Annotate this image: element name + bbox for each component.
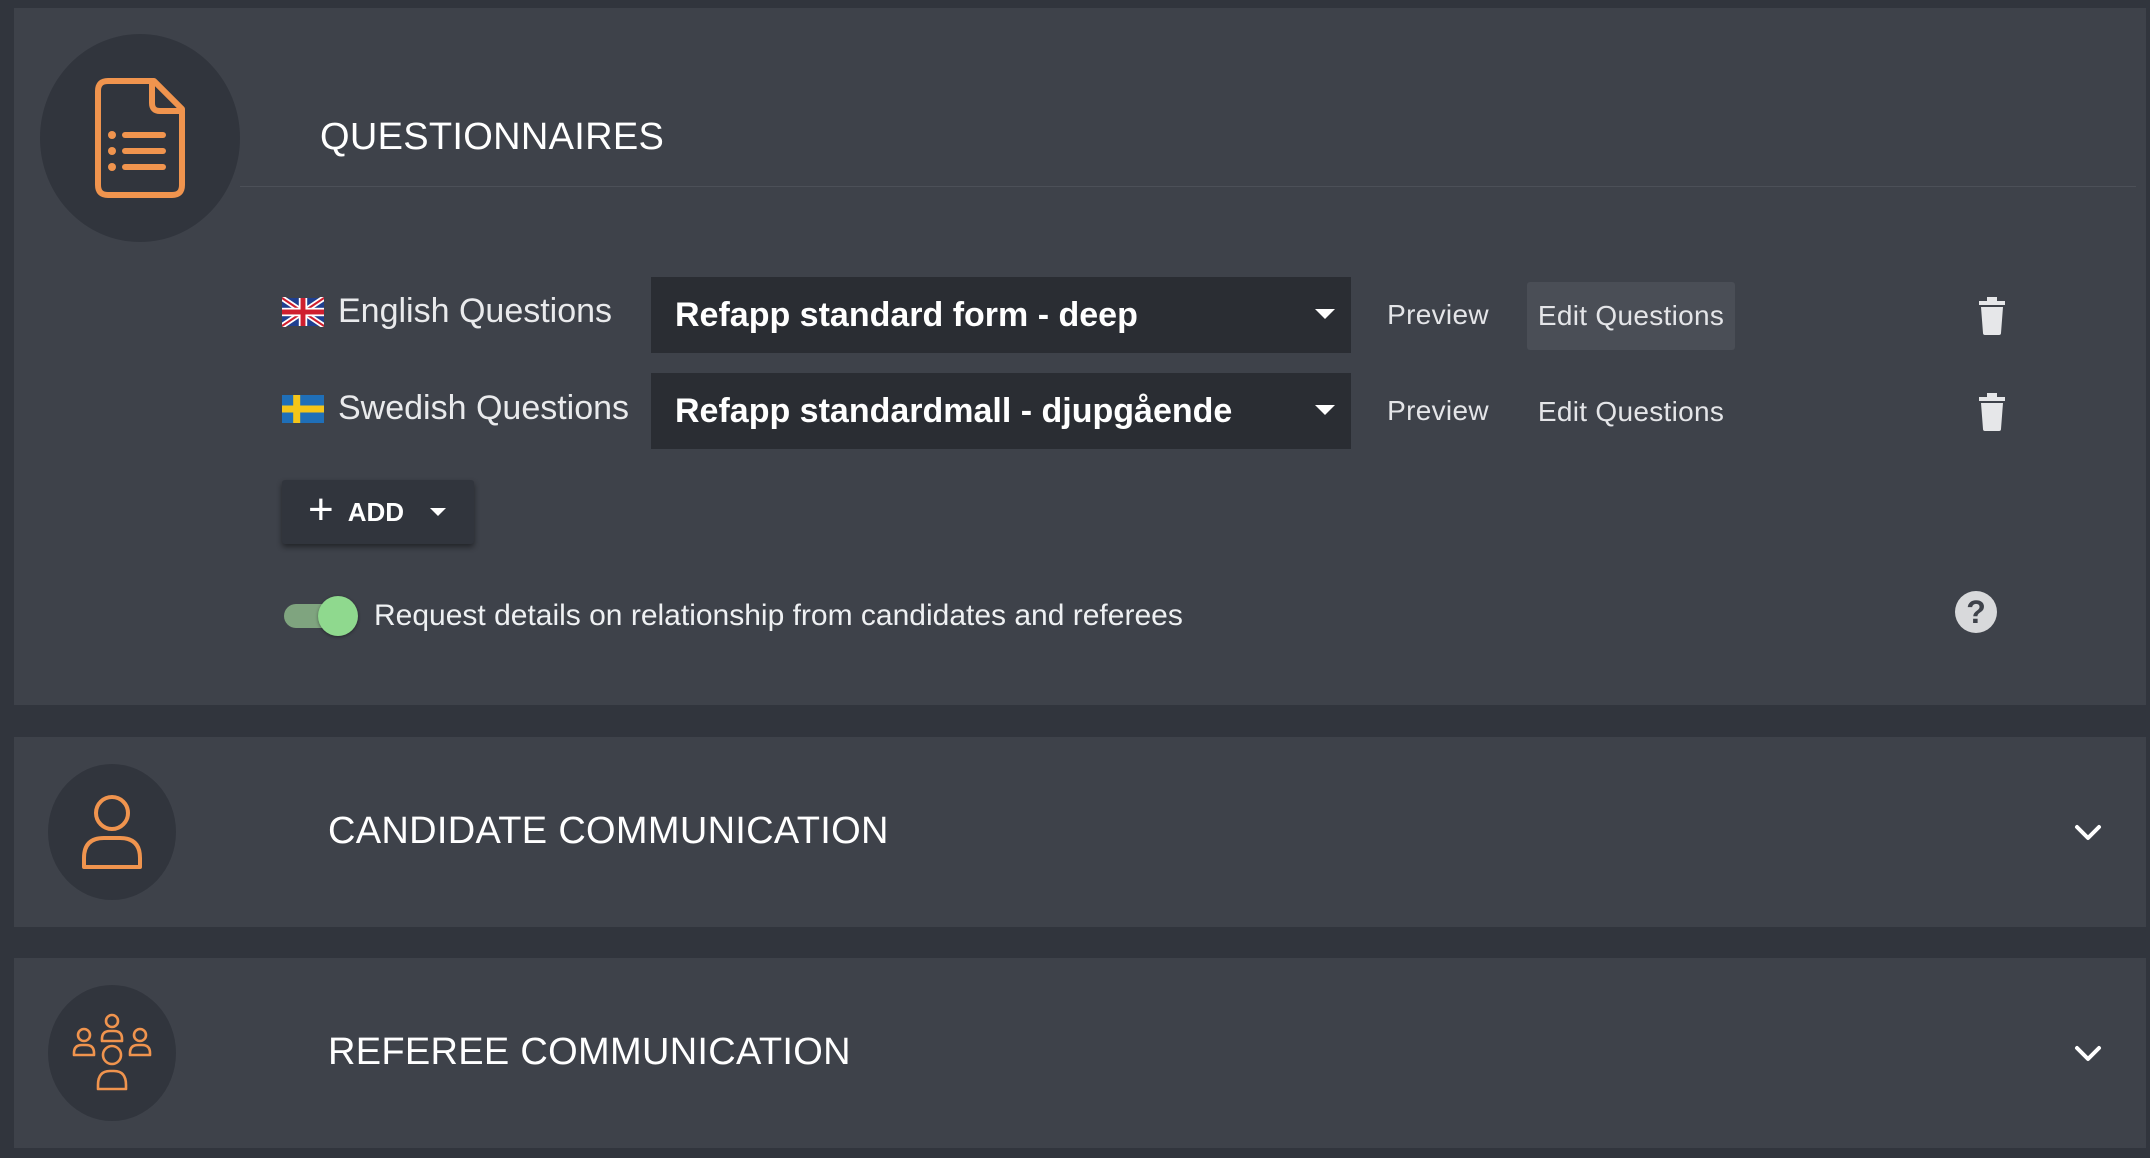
candidate-icon-circle — [48, 764, 176, 900]
chevron-down-icon[interactable] — [2073, 823, 2103, 843]
english-form-select[interactable]: Refapp standard form - deep — [651, 277, 1351, 353]
toggle-knob — [318, 596, 358, 636]
referee-communication-title: REFEREE COMMUNICATION — [328, 1031, 851, 1073]
swedish-questions-label: Swedish Questions — [282, 389, 629, 428]
english-preview-button[interactable]: Preview — [1376, 282, 1500, 348]
person-icon — [82, 795, 142, 869]
referee-icon-circle — [48, 985, 176, 1121]
swedish-preview-button[interactable]: Preview — [1376, 378, 1500, 444]
caret-down-icon — [1315, 405, 1335, 415]
add-label: ADD — [347, 496, 405, 527]
swedish-form-select[interactable]: Refapp standardmall - djupgående — [651, 373, 1351, 449]
questionnaires-title: QUESTIONNAIRES — [320, 116, 665, 158]
english-questions-label: English Questions — [282, 292, 612, 331]
relationship-details-toggle[interactable] — [282, 596, 358, 636]
swedish-form-selected: Refapp standardmall - djupgående — [675, 391, 1233, 430]
candidate-communication-title: CANDIDATE COMMUNICATION — [328, 810, 889, 852]
chevron-down-icon[interactable] — [2073, 1044, 2103, 1064]
help-glyph: ? — [1966, 593, 1986, 630]
row-label-text: Swedish Questions — [338, 389, 630, 427]
relationship-details-label: Request details on relationship from can… — [374, 599, 1183, 632]
plus-icon: + — [308, 485, 334, 534]
row-label-text: English Questions — [338, 292, 613, 330]
trash-icon[interactable] — [1977, 297, 2007, 335]
caret-down-icon — [430, 508, 447, 516]
add-questionnaire-button[interactable]: + ADD — [282, 480, 474, 544]
help-icon[interactable]: ? — [1955, 591, 1997, 633]
group-icon — [72, 1013, 152, 1091]
caret-down-icon — [1315, 309, 1335, 319]
swedish-edit-questions-button[interactable]: Edit Questions — [1527, 378, 1735, 446]
document-list-icon — [95, 78, 185, 198]
uk-flag-icon — [282, 296, 324, 327]
questionnaires-divider — [240, 186, 2136, 187]
english-form-selected: Refapp standard form - deep — [675, 295, 1138, 334]
sweden-flag-icon — [282, 394, 324, 423]
questionnaires-icon-circle — [40, 34, 240, 242]
english-edit-questions-button[interactable]: Edit Questions — [1527, 282, 1735, 350]
trash-icon[interactable] — [1977, 393, 2007, 431]
